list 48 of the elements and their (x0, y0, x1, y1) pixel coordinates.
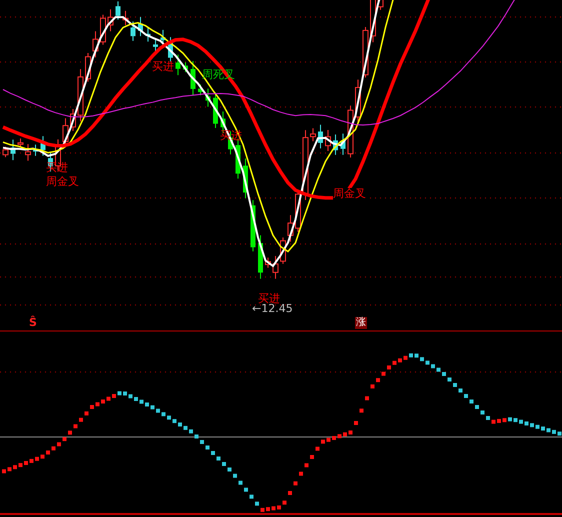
signal-label: 周金叉 (333, 188, 366, 200)
candle (176, 54, 180, 76)
candle (362, 26, 368, 78)
candle (213, 92, 218, 128)
candle (340, 133, 346, 156)
candle (153, 38, 158, 52)
candle (318, 124, 323, 149)
candle (265, 257, 271, 268)
candle (40, 136, 46, 156)
candle (108, 8, 114, 32)
signal-label: 买进 (152, 61, 174, 73)
candle (146, 26, 150, 42)
candle (130, 21, 136, 42)
candle (258, 234, 263, 280)
candle (325, 130, 331, 152)
candle (280, 236, 286, 264)
candle (355, 79, 361, 124)
candle (116, 0, 120, 20)
candle (198, 84, 203, 96)
candle (302, 130, 308, 201)
candle (288, 214, 294, 242)
candle (250, 200, 256, 252)
candle (168, 36, 173, 62)
low-price-label: ←12.45 (252, 303, 293, 315)
signal-marker: Ŝ (29, 316, 37, 329)
candle (183, 62, 188, 73)
candle (92, 30, 98, 58)
signal-label: 买进 (258, 293, 280, 305)
candle (138, 16, 143, 37)
candle (122, 10, 128, 26)
candle (85, 52, 91, 82)
candle (10, 139, 16, 161)
candle (2, 146, 8, 158)
candle (18, 138, 24, 148)
candle (333, 134, 338, 156)
candle (62, 118, 68, 148)
candle (100, 14, 106, 46)
candle (70, 108, 76, 132)
candle (25, 144, 31, 162)
candle (272, 255, 278, 280)
candle (206, 88, 210, 108)
candle (310, 128, 316, 142)
signal-label: 周金叉 (46, 176, 79, 188)
candle (348, 105, 354, 158)
candle (78, 68, 84, 122)
candle (190, 60, 196, 96)
rise-badge: 涨 (355, 317, 367, 329)
candle (33, 144, 38, 156)
